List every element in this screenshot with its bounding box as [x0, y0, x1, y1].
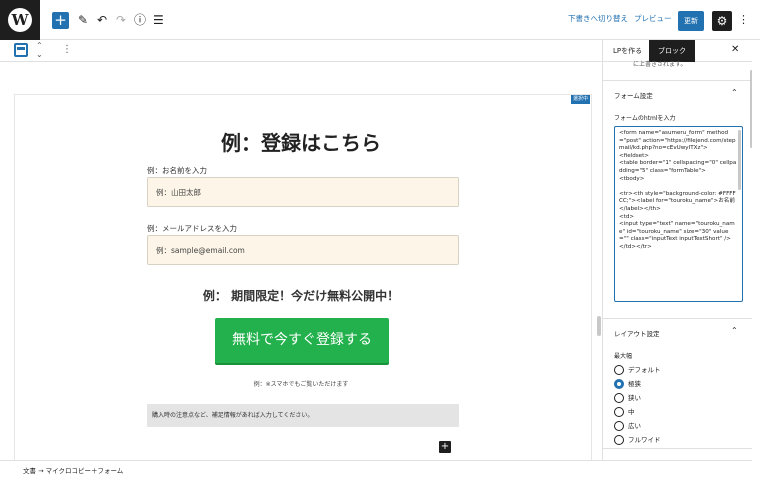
radio-button[interactable]	[614, 435, 624, 445]
form-title[interactable]: 例：登録はこちら	[0, 127, 602, 156]
chevron-up-icon: ⌃	[731, 88, 738, 97]
radio-button[interactable]	[614, 365, 624, 375]
smartphone-note: 例：※スマホでもご覧いただけます	[253, 381, 349, 388]
layout-settings-title: レイアウト設定	[614, 330, 660, 338]
radio-label: 極狭	[628, 380, 641, 388]
selected-badge: 選択中	[571, 95, 591, 104]
radio-button[interactable]	[614, 407, 624, 417]
settings-sidebar: LPを作る ブロック ✕ に上書きされます。 フォーム設定 ⌃ フォームのhtm…	[602, 40, 753, 460]
block-type-icon[interactable]	[14, 43, 28, 57]
email-label: 例：メールアドレスを入力	[147, 224, 237, 233]
update-button[interactable]: 更新	[678, 11, 704, 31]
tab-lp[interactable]: LPを作る	[613, 46, 642, 56]
window-edge	[752, 40, 782, 482]
form-html-label: フォームのhtmlを入力	[614, 115, 676, 122]
close-icon[interactable]: ✕	[731, 44, 739, 55]
radio-label: 広い	[628, 422, 641, 430]
plus-icon[interactable]: +	[439, 441, 451, 453]
more-vertical-icon[interactable]: ⋮	[738, 13, 749, 26]
register-button[interactable]: 無料で今すぐ登録する	[215, 318, 389, 363]
name-input[interactable]: 例：山田太郎	[147, 177, 459, 207]
name-label: 例：お名前を入力	[147, 166, 207, 175]
preview-button[interactable]: プレビュー	[634, 13, 672, 24]
canvas-scrollbar[interactable]	[597, 316, 601, 336]
wordpress-logo[interactable]: W	[0, 0, 40, 40]
editor-footer: 文書 → マイクロコピー＋フォーム	[0, 460, 760, 482]
layout-settings-header[interactable]: レイアウト設定 ⌃	[603, 318, 753, 344]
breadcrumb[interactable]: 文書 → マイクロコピー＋フォーム	[23, 465, 123, 475]
pencil-icon[interactable]: ✎	[78, 11, 88, 29]
radio-button[interactable]	[614, 421, 624, 431]
undo-icon[interactable]: ↶	[97, 11, 107, 29]
block-options-icon[interactable]: ⋮	[62, 44, 72, 55]
form-settings-header[interactable]: フォーム設定 ⌃	[603, 80, 753, 106]
move-up-down-icon[interactable]: ⌃ ⌄	[36, 41, 43, 59]
supplementary-note-box[interactable]: 購入時の注意点など、補足情報があれば入力してください。	[147, 404, 459, 427]
textarea-scrollbar[interactable]	[738, 130, 741, 190]
list-view-icon[interactable]: ☰	[153, 11, 164, 29]
editor-header: W + ✎ ↶ ↷ ⓘ ☰ 下書きへ切り替え プレビュー 更新 ⚙ ⋮	[0, 0, 760, 40]
radio-button[interactable]	[614, 393, 624, 403]
sidebar-divider	[603, 448, 753, 449]
radio-label: 狭い	[628, 394, 641, 402]
form-html-textarea[interactable]: <form name="asumeru_form" method="post" …	[614, 126, 743, 302]
block-toolbar: ⌃ ⌄ ⋮	[0, 40, 602, 62]
wordpress-icon: W	[8, 8, 32, 32]
promo-text: 例： 期間限定！今だけ無料公開中！	[202, 289, 400, 303]
chevron-up-icon: ⌃	[731, 326, 738, 335]
tab-block[interactable]: ブロック	[649, 40, 695, 62]
radio-button-selected[interactable]	[614, 379, 624, 389]
radio-label: フルワイド	[628, 436, 661, 444]
info-icon[interactable]: ⓘ	[134, 11, 146, 29]
form-settings-title: フォーム設定	[614, 92, 653, 100]
switch-to-draft-button[interactable]: 下書きへ切り替え	[568, 13, 628, 24]
redo-icon[interactable]: ↷	[116, 11, 126, 29]
radio-label: 中	[628, 408, 635, 416]
gear-icon[interactable]: ⚙	[712, 11, 732, 31]
radio-label: デフォルト	[628, 366, 661, 374]
email-input[interactable]: 例：sample@email.com	[147, 235, 459, 265]
sidebar-tabs: LPを作る ブロック ✕	[603, 40, 753, 62]
truncated-help-text: に上書きされます。	[633, 61, 687, 68]
max-width-label: 最大幅	[614, 353, 633, 360]
add-block-button[interactable]: +	[52, 12, 69, 29]
